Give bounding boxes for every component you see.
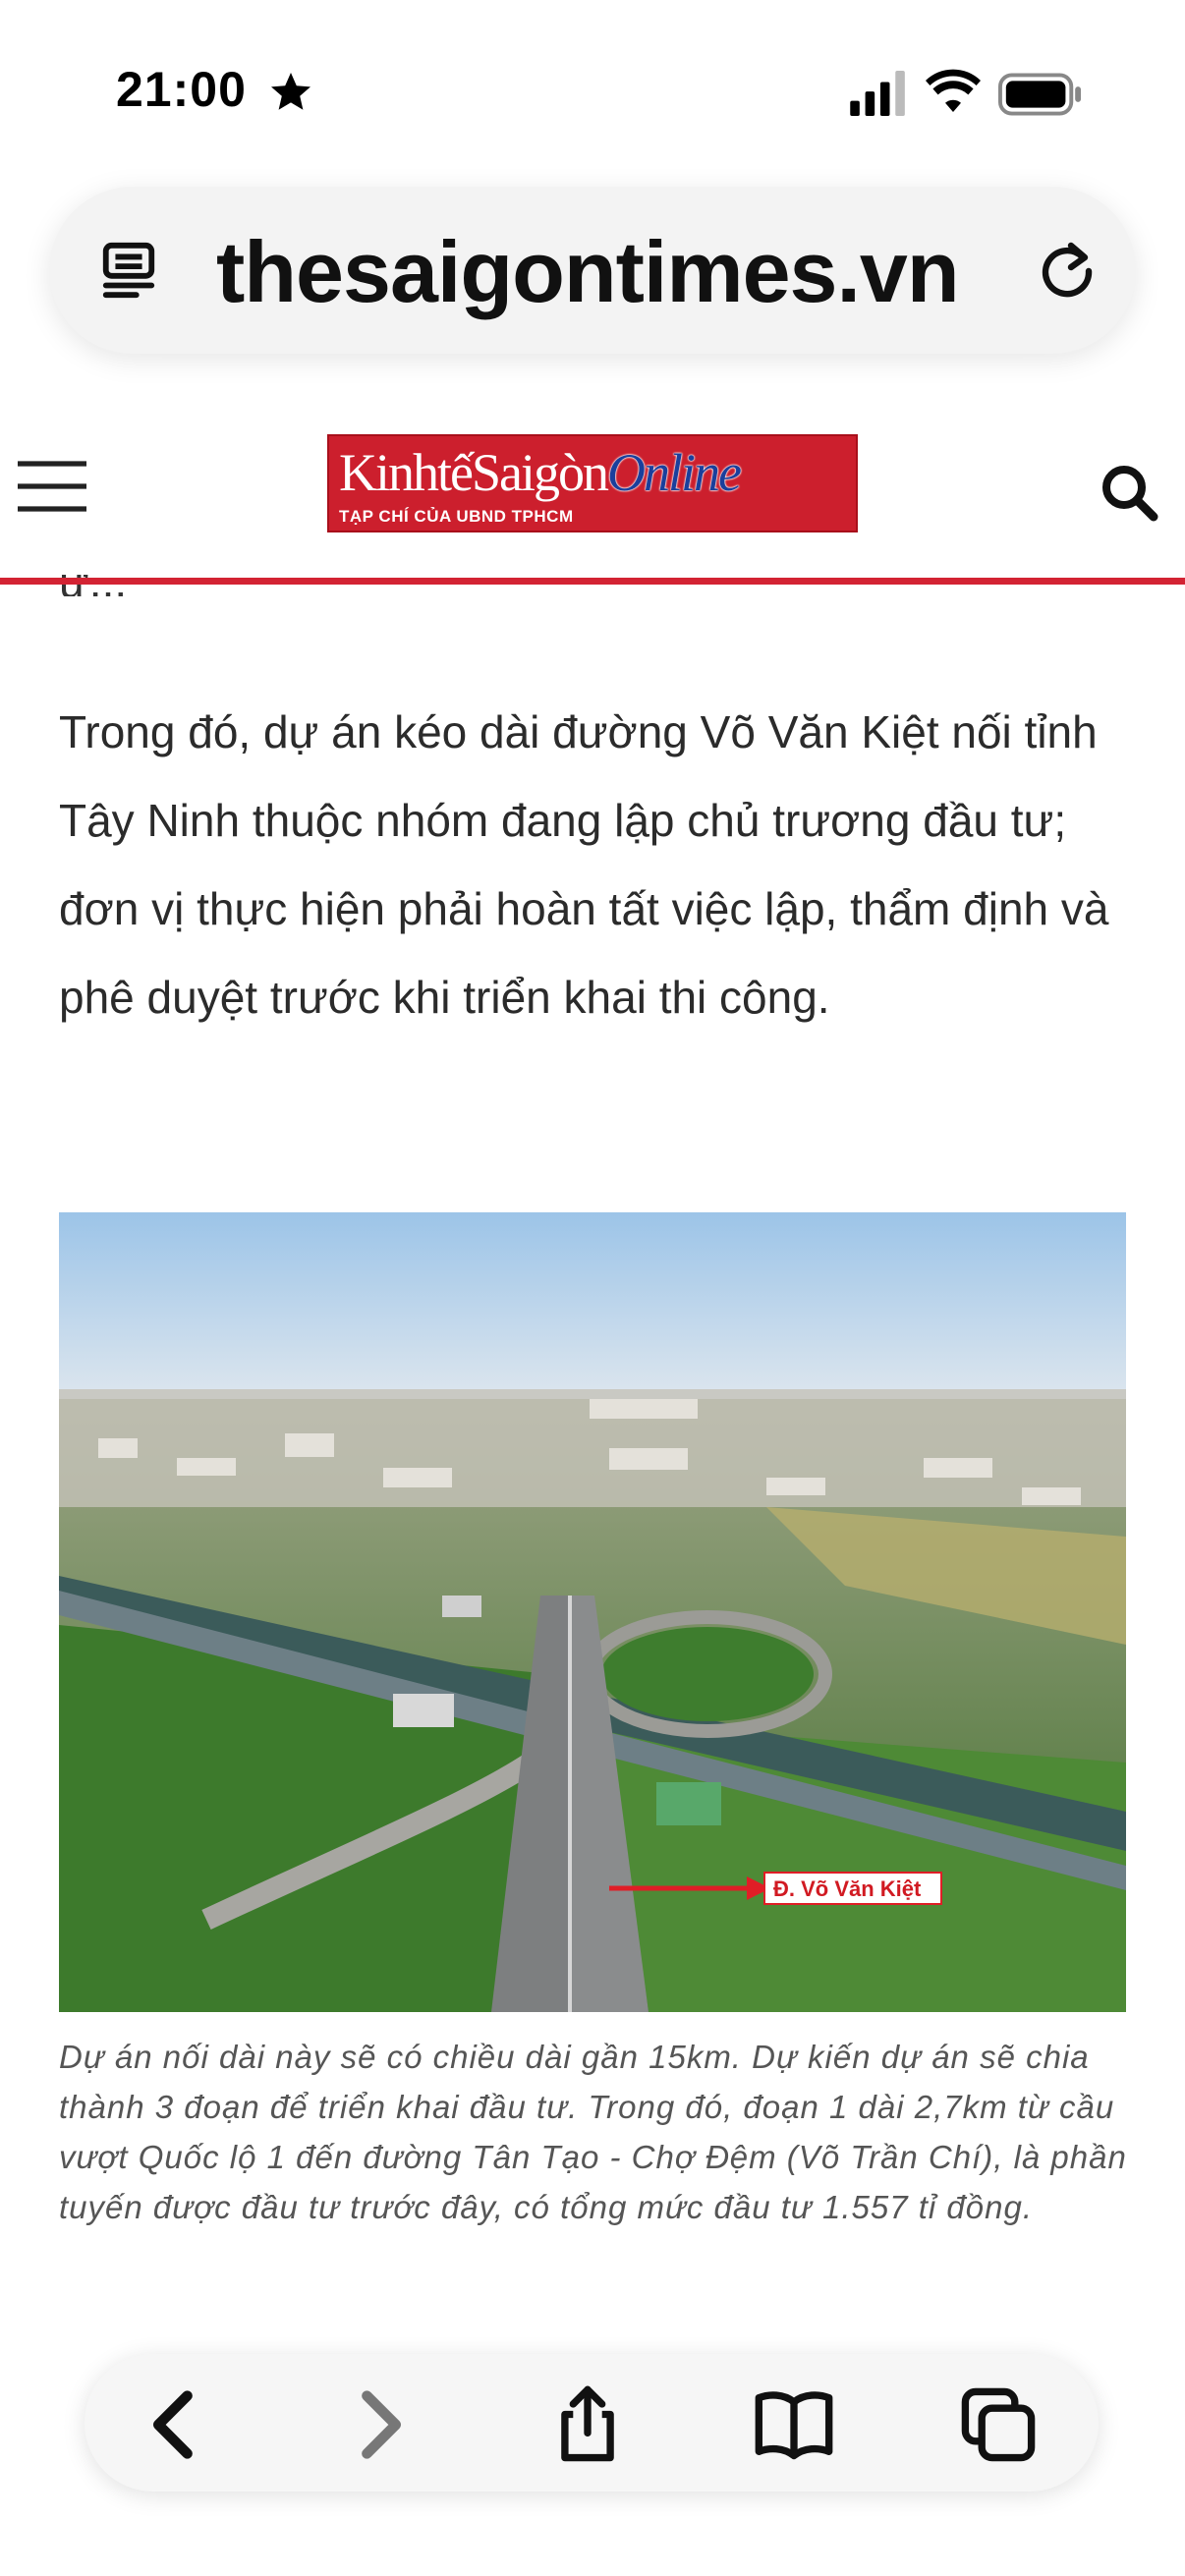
cellular-signal-icon [850,71,905,116]
article-photo: Đ. Võ Văn Kiệt [59,1212,1126,2012]
reload-icon[interactable] [1036,240,1099,303]
star-icon [271,73,310,110]
share-icon[interactable] [546,2383,629,2466]
site-logo[interactable]: KinhtếSaigònOnline TẠP CHÍ CỦA UBND TPHC… [327,434,858,532]
status-time: 21:00 [116,62,247,117]
bookmarks-icon[interactable] [753,2383,835,2466]
hamburger-menu-icon[interactable] [18,460,86,513]
logo-wordmark: KinhtếSaigònOnline [339,443,742,502]
back-icon[interactable] [134,2383,216,2466]
site-header: KinhtếSaigònOnline TẠP CHÍ CỦA UBND TPHC… [0,422,1185,580]
tabs-icon[interactable] [957,2383,1040,2466]
browser-toolbar [85,2354,1099,2492]
logo-subtitle: TẠP CHÍ CỦA UBND TPHCM [339,507,574,526]
header-divider [0,578,1185,585]
battery-icon [998,73,1082,116]
address-bar[interactable]: thesaigontimes.vn [49,187,1136,354]
url-text[interactable]: thesaigontimes.vn [216,222,960,322]
forward-icon[interactable] [338,2383,421,2466]
article-paragraph: Trong đó, dự án kéo dài đường Võ Văn Kiệ… [59,706,1109,1023]
photo-label: Đ. Võ Văn Kiệt [773,1876,922,1901]
status-bar: 21:00 [0,0,1185,177]
reader-mode-icon[interactable] [98,240,159,301]
search-icon[interactable] [1099,462,1161,525]
wifi-icon [926,69,981,112]
photo-caption: Dự án nối dài này sẽ có chiều dài gần 15… [59,2039,1127,2225]
